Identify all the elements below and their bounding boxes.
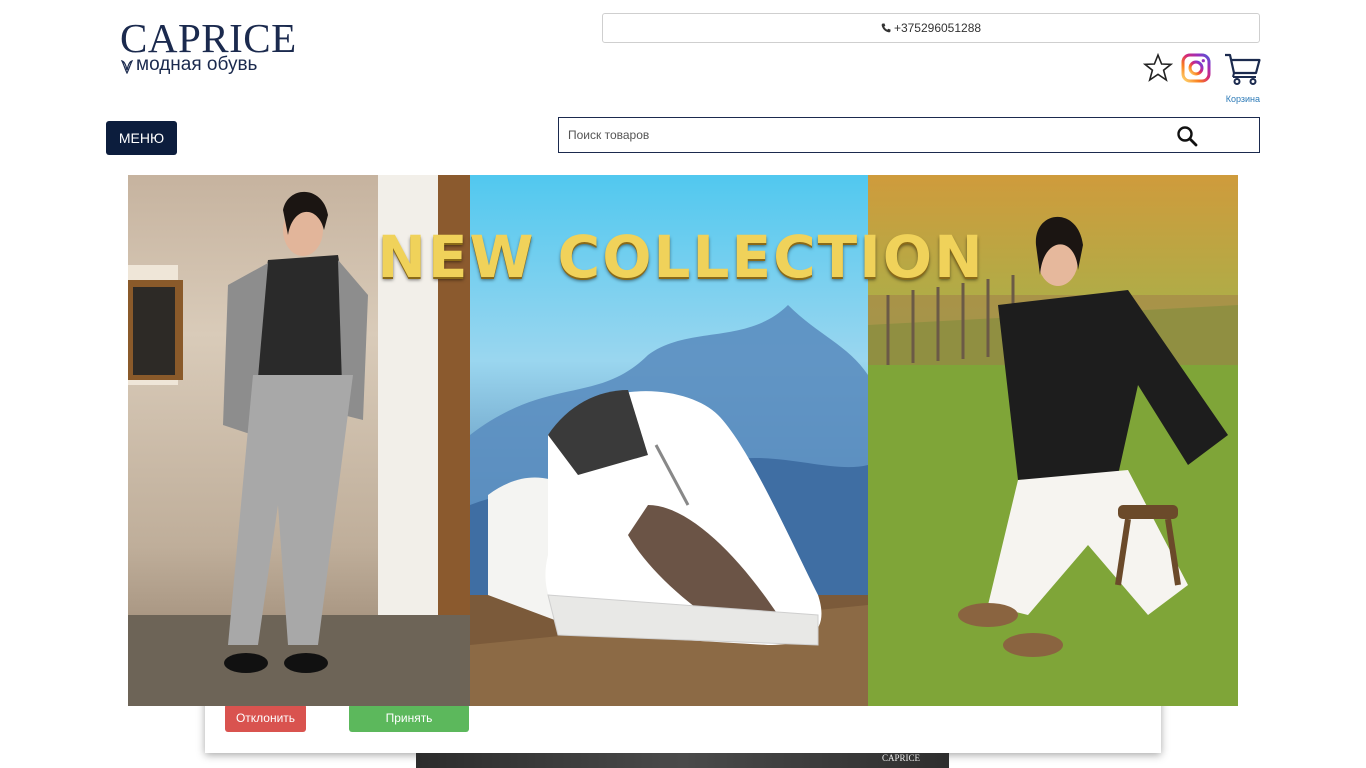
search-input[interactable] <box>559 118 1177 152</box>
logo-tagline: модная обувь <box>136 54 258 75</box>
search-bar <box>558 117 1260 153</box>
banner-title: NEW COLLECTION <box>377 223 985 291</box>
site-logo[interactable]: CAPRICE модная обувь <box>120 16 310 78</box>
hero-banner[interactable]: NEW COLLECTION <box>128 175 1238 706</box>
cart-icon[interactable] <box>1224 52 1261 85</box>
phone-icon <box>881 23 891 33</box>
decline-button[interactable]: Отклонить <box>225 704 306 732</box>
search-icon[interactable] <box>1176 125 1198 147</box>
phone-number: +375296051288 <box>893 21 982 35</box>
secondary-banner-strip[interactable] <box>416 753 949 768</box>
phone-button[interactable]: +375296051288 <box>602 13 1260 43</box>
page: CAPRICE модная обувь +375296051288 Корзи… <box>0 0 1366 768</box>
menu-button[interactable]: МЕНЮ <box>106 121 177 155</box>
secondary-banner-logo: CAPRICE <box>882 753 921 763</box>
star-icon[interactable] <box>1143 53 1173 83</box>
butterfly-icon <box>120 59 134 74</box>
cart-label[interactable]: Корзина <box>1224 94 1260 104</box>
accept-button[interactable]: Принять <box>349 704 469 732</box>
instagram-icon[interactable] <box>1181 53 1211 83</box>
